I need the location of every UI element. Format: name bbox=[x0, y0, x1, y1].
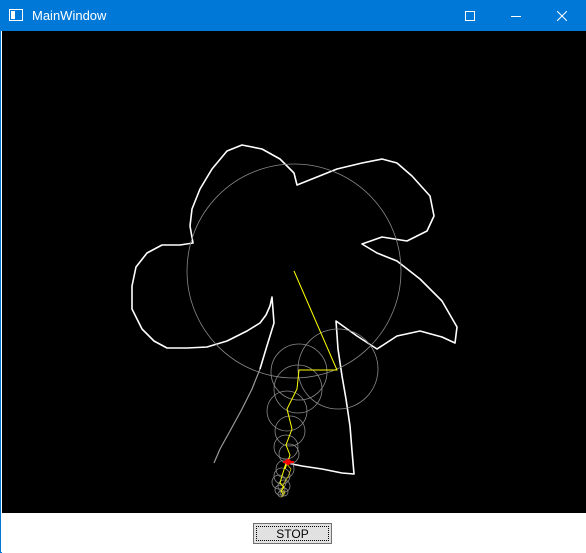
traced-path-faded bbox=[213, 368, 261, 464]
app-icon bbox=[9, 9, 23, 21]
close-icon bbox=[557, 11, 567, 21]
window-title: MainWindow bbox=[32, 8, 107, 23]
close-button[interactable] bbox=[539, 1, 585, 31]
epicycle-circle bbox=[277, 479, 291, 493]
maximize-icon bbox=[465, 11, 475, 21]
stop-button[interactable]: STOP bbox=[253, 523, 332, 544]
fourier-epicycles-drawing bbox=[131, 144, 458, 498]
title-bar[interactable]: MainWindow bbox=[1, 1, 585, 31]
traced-path bbox=[131, 144, 458, 475]
minimize-button[interactable] bbox=[493, 1, 539, 31]
epicycle-circle bbox=[273, 434, 299, 460]
epicycle-circles bbox=[186, 163, 402, 498]
main-window: MainWindow STOP bbox=[0, 0, 586, 553]
maximize-button[interactable] bbox=[447, 1, 493, 31]
minimize-icon bbox=[511, 16, 521, 17]
drawing-canvas bbox=[2, 31, 586, 513]
button-bar: STOP bbox=[2, 513, 586, 553]
